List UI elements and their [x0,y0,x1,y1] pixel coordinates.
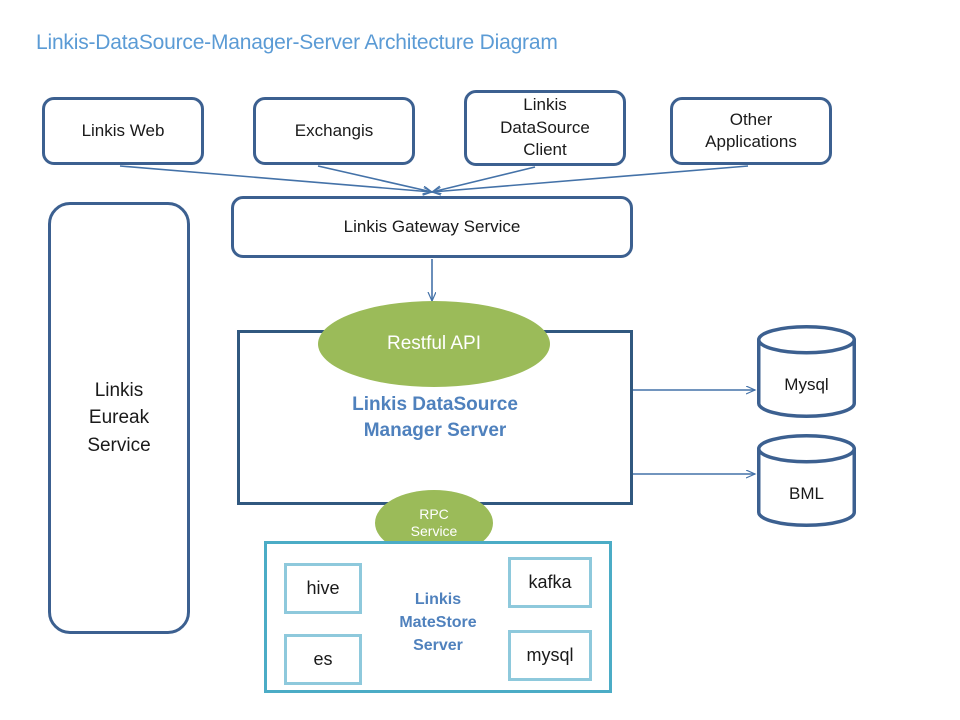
datasource-manager-server-label: Linkis DataSourceManager Server [352,392,518,443]
client-box-exchangis[interactable]: Exchangis [253,97,415,165]
eureka-service-box[interactable]: LinkisEureakService [48,202,190,634]
store-item-label: es [313,649,332,670]
rpc-service-label: RPCService [411,506,458,541]
exchangis-to-gateway [318,166,432,192]
datasource-client-to-gateway [432,167,535,192]
restful-api-ellipse[interactable]: Restful API [318,301,550,387]
eureka-service-label: LinkisEureakService [87,377,150,460]
restful-api-label: Restful API [387,332,481,356]
client-box-linkis-datasource-client[interactable]: LinkisDataSourceClient [464,90,626,166]
client-box-label: LinkisDataSourceClient [500,94,590,161]
other-apps-to-gateway [432,166,748,192]
page-title: Linkis-DataSource-Manager-Server Archite… [36,31,558,55]
cylinder-icon [757,432,856,527]
client-box-label: Exchangis [295,120,373,142]
store-item-es[interactable]: es [284,634,362,685]
store-item-label: mysql [526,645,573,666]
database-cylinder-label: Mysql [757,375,856,395]
store-item-hive[interactable]: hive [284,563,362,614]
client-box-label: OtherApplications [705,109,797,154]
architecture-diagram-canvas: Linkis-DataSource-Manager-Server Archite… [0,0,960,720]
database-cylinder-label: BML [757,484,856,504]
database-cylinder-bml[interactable]: BML [757,432,856,527]
gateway-label: Linkis Gateway Service [344,216,521,238]
client-box-other-applications[interactable]: OtherApplications [670,97,832,165]
store-item-label: kafka [528,572,571,593]
store-item-label: hive [306,578,339,599]
linkis-web-to-gateway [120,166,432,192]
client-box-label: Linkis Web [82,120,165,142]
gateway-box[interactable]: Linkis Gateway Service [231,196,633,258]
database-cylinder-mysql[interactable]: Mysql [757,323,856,418]
store-item-mysql[interactable]: mysql [508,630,592,681]
cylinder-icon [757,323,856,418]
store-item-kafka[interactable]: kafka [508,557,592,608]
client-box-linkis-web[interactable]: Linkis Web [42,97,204,165]
matestore-group-label: LinkisMateStoreServer [368,588,508,658]
